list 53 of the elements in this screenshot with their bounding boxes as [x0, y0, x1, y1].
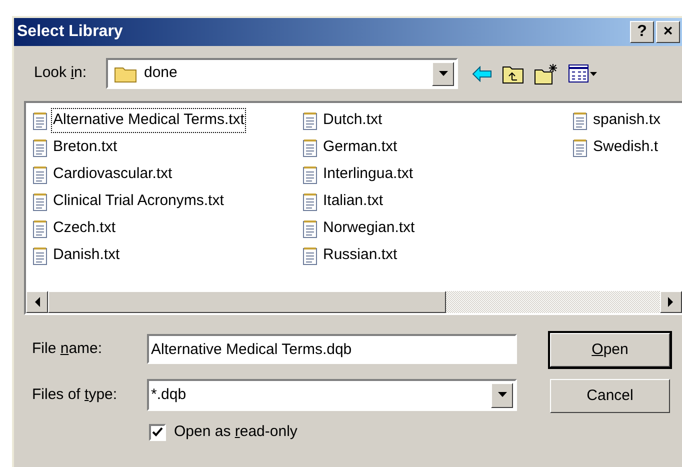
- file-item[interactable]: Alternative Medical Terms.txt: [52, 109, 246, 132]
- read-only-label: Open as read-only: [174, 422, 298, 442]
- look-in-dropdown[interactable]: done: [106, 58, 458, 89]
- text-file-icon: [572, 138, 588, 158]
- scroll-left-button[interactable]: [26, 291, 48, 313]
- back-arrow-icon[interactable]: [472, 66, 492, 82]
- text-file-icon: [32, 218, 48, 238]
- right-arrow-icon: [668, 297, 674, 307]
- text-file-icon: [302, 192, 318, 212]
- file-item[interactable]: Clinical Trial Acronyms.txt: [52, 190, 225, 213]
- file-item[interactable]: Danish.txt: [52, 244, 121, 267]
- up-folder-icon[interactable]: [502, 64, 524, 84]
- text-file-icon: [32, 110, 48, 130]
- text-file-icon: [302, 218, 318, 238]
- text-file-icon: [302, 246, 318, 266]
- file-type-label: Files of type:: [32, 384, 118, 405]
- file-item[interactable]: Czech.txt: [52, 217, 117, 240]
- look-in-label: Look in:: [34, 63, 88, 84]
- file-type-value: *.dqb: [151, 384, 188, 405]
- left-arrow-icon: [34, 297, 40, 307]
- view-menu-icon[interactable]: [568, 64, 598, 84]
- new-folder-icon[interactable]: [534, 62, 558, 84]
- text-file-icon: [32, 246, 48, 266]
- file-name-field[interactable]: Alternative Medical Terms.dqb: [147, 334, 517, 364]
- text-file-icon: [302, 138, 318, 158]
- text-file-icon: [302, 164, 318, 184]
- window-title: Select Library: [17, 22, 123, 42]
- file-item[interactable]: Dutch.txt: [322, 109, 384, 132]
- cancel-button[interactable]: Cancel: [550, 379, 670, 413]
- scroll-right-button[interactable]: [660, 291, 682, 313]
- text-file-icon: [32, 138, 48, 158]
- file-name-label: File name:: [32, 338, 104, 359]
- scrollbar-thumb[interactable]: [48, 291, 446, 313]
- close-button[interactable]: ×: [656, 21, 680, 43]
- horizontal-scrollbar[interactable]: [26, 291, 682, 313]
- help-button[interactable]: ?: [630, 21, 654, 43]
- file-item[interactable]: German.txt: [322, 136, 398, 159]
- text-file-icon: [32, 192, 48, 212]
- file-type-dropdown[interactable]: *.dqb: [147, 379, 517, 411]
- read-only-checkbox[interactable]: [149, 424, 166, 441]
- file-item[interactable]: Cardiovascular.txt: [52, 163, 174, 186]
- look-in-value: done: [144, 63, 178, 84]
- file-item[interactable]: Interlingua.txt: [322, 163, 414, 186]
- open-button[interactable]: Open: [550, 333, 670, 367]
- file-item[interactable]: Italian.txt: [322, 190, 384, 213]
- file-item[interactable]: Swedish.t: [592, 136, 660, 159]
- file-item[interactable]: spanish.tx: [592, 109, 662, 132]
- file-item[interactable]: Breton.txt: [52, 136, 118, 159]
- text-file-icon: [572, 110, 588, 130]
- file-item[interactable]: Russian.txt: [322, 244, 398, 267]
- text-file-icon: [32, 164, 48, 184]
- text-file-icon: [302, 110, 318, 130]
- file-item[interactable]: Norwegian.txt: [322, 217, 416, 240]
